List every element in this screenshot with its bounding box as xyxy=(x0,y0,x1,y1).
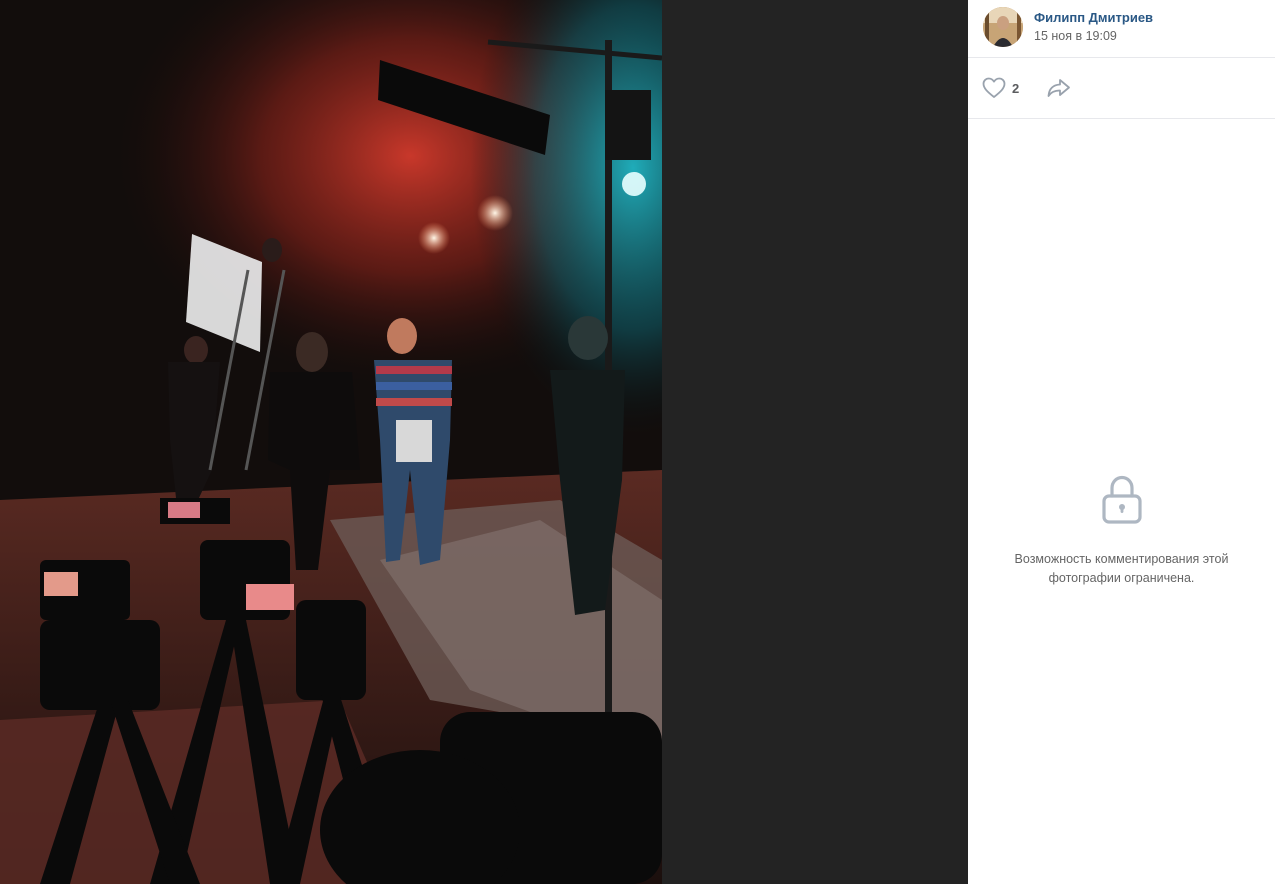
post-header: Филипп Дмитриев 15 ноя в 19:09 xyxy=(968,0,1275,58)
info-panel: Филипп Дмитриев 15 ноя в 19:09 2 Возможн… xyxy=(968,0,1275,884)
like-button[interactable]: 2 xyxy=(982,76,1019,100)
avatar-image xyxy=(983,7,1023,47)
share-button[interactable] xyxy=(1046,76,1072,100)
photo-image xyxy=(0,0,662,884)
photo-viewer xyxy=(0,0,968,884)
photo[interactable] xyxy=(0,0,662,884)
author-name[interactable]: Филипп Дмитриев xyxy=(1034,10,1153,25)
lock-icon xyxy=(1101,475,1142,524)
share-arrow-icon xyxy=(1047,79,1070,97)
post-date[interactable]: 15 ноя в 19:09 xyxy=(1034,29,1117,43)
like-count: 2 xyxy=(1012,80,1020,96)
post-actions: 2 xyxy=(968,58,1275,119)
author-avatar[interactable] xyxy=(983,7,1023,47)
heart-outline-icon xyxy=(982,77,1006,98)
restricted-message: Возможность комментирования этой фотогра… xyxy=(1014,552,1229,585)
comments-restricted: Возможность комментирования этой фотогра… xyxy=(968,474,1275,588)
